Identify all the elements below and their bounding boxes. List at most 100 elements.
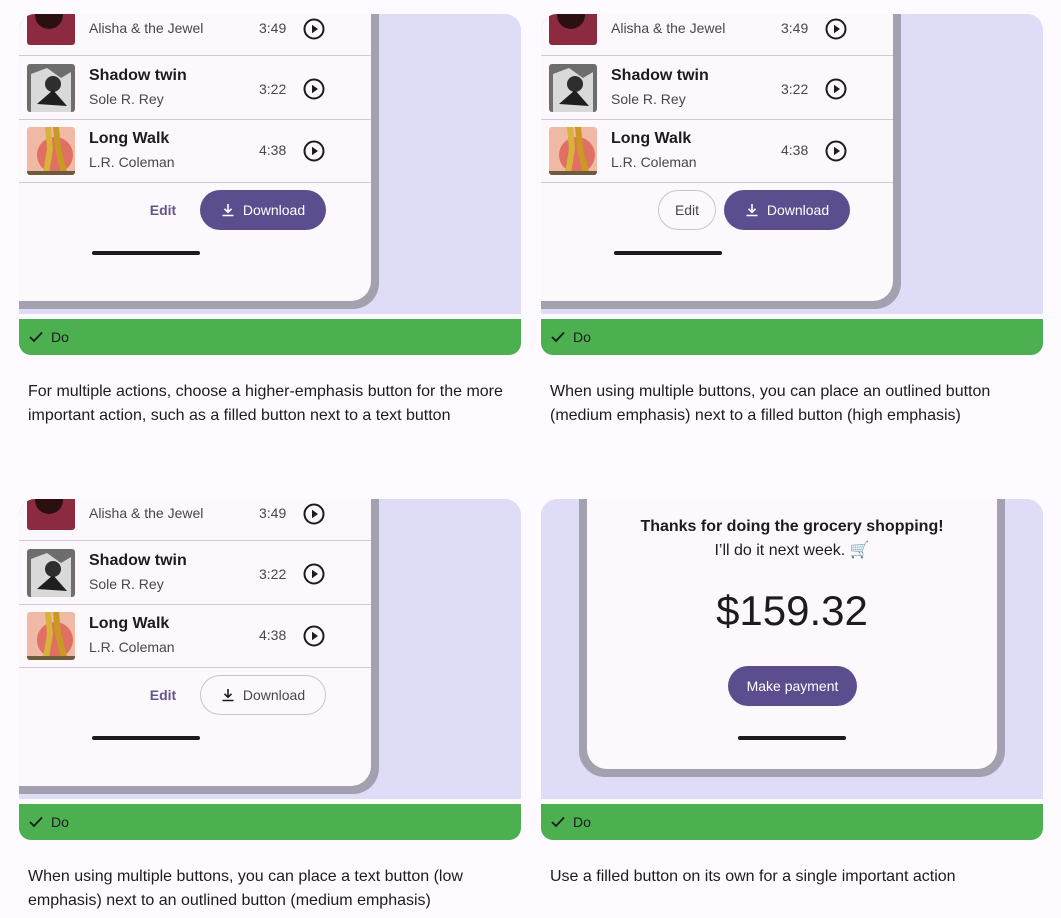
play-icon[interactable] xyxy=(303,140,325,162)
song-artist: L.R. Coleman xyxy=(89,154,175,170)
song-title: Long Walk xyxy=(89,130,170,147)
play-icon[interactable] xyxy=(303,625,325,647)
home-indicator xyxy=(92,736,200,740)
play-icon[interactable] xyxy=(303,563,325,585)
guideline-caption: When using multiple buttons, you can pla… xyxy=(28,868,463,909)
song-row[interactable]: Shadow twin Sole R. Rey 3:22 xyxy=(19,542,371,605)
do-badge: Do xyxy=(541,804,1043,840)
download-icon xyxy=(222,204,234,217)
check-icon xyxy=(29,331,43,343)
guideline-card-4: Thanks for doing the grocery shopping! I… xyxy=(541,499,1043,889)
song-duration: 3:22 xyxy=(259,566,287,582)
do-label: Do xyxy=(51,329,69,345)
song-artist: Alisha & the Jewel xyxy=(89,20,204,36)
play-icon[interactable] xyxy=(825,78,847,100)
payment-message: Thanks for doing the grocery shopping! I… xyxy=(587,515,997,563)
example-stage: Thanks for doing the grocery shopping! I… xyxy=(541,499,1043,799)
phone-screen: Alisha & the Jewel 3:49 Shadow twin Sole… xyxy=(541,14,893,301)
example-stage: Alisha & the Jewel 3:49 Shadow twin Sole… xyxy=(541,14,1043,314)
song-title: Long Walk xyxy=(89,615,170,632)
play-icon[interactable] xyxy=(303,18,325,40)
song-artist: Sole R. Rey xyxy=(611,91,686,107)
song-row[interactable]: Alisha & the Jewel 3:49 xyxy=(19,14,371,56)
do-label: Do xyxy=(573,814,591,830)
check-icon xyxy=(29,816,43,828)
home-indicator xyxy=(738,736,846,740)
song-duration: 4:38 xyxy=(259,142,287,158)
guideline-card-3: Alisha & the Jewel 3:49 Shadow twin Sole… xyxy=(19,499,521,913)
song-duration: 3:22 xyxy=(781,81,809,97)
song-row[interactable]: Alisha & the Jewel 3:49 xyxy=(541,14,893,56)
home-indicator xyxy=(614,251,722,255)
album-art-shadow-twin xyxy=(27,549,75,597)
do-badge: Do xyxy=(19,319,521,355)
download-button[interactable]: Download xyxy=(200,675,326,715)
song-row[interactable]: Long Walk L.R. Coleman 4:38 xyxy=(19,605,371,668)
guideline-card-1: Alisha & the Jewel 3:49 Shadow twin Sole… xyxy=(19,14,521,428)
song-duration: 4:38 xyxy=(259,627,287,643)
song-title: Shadow twin xyxy=(611,67,709,84)
song-row[interactable]: Long Walk L.R. Coleman 4:38 xyxy=(19,120,371,183)
song-artist: Alisha & the Jewel xyxy=(89,505,204,521)
song-duration: 3:49 xyxy=(781,20,809,36)
song-title: Shadow twin xyxy=(89,67,187,84)
example-stage: Alisha & the Jewel 3:49 Shadow twin Sole… xyxy=(19,14,521,314)
guideline-caption: When using multiple buttons, you can pla… xyxy=(550,383,991,424)
edit-button[interactable]: Edit xyxy=(658,190,716,230)
song-artist: L.R. Coleman xyxy=(611,154,697,170)
song-duration: 3:22 xyxy=(259,81,287,97)
guideline-caption: Use a filled button on its own for a sin… xyxy=(550,868,956,885)
phone-frame: Alisha & the Jewel 3:49 Shadow twin Sole… xyxy=(19,499,379,794)
play-icon[interactable] xyxy=(825,18,847,40)
phone-screen: Alisha & the Jewel 3:49 Shadow twin Sole… xyxy=(19,14,371,301)
play-icon[interactable] xyxy=(303,78,325,100)
song-duration: 4:38 xyxy=(781,142,809,158)
download-button[interactable]: Download xyxy=(724,190,850,230)
phone-frame: Alisha & the Jewel 3:49 Shadow twin Sole… xyxy=(541,14,901,309)
song-row[interactable]: Shadow twin Sole R. Rey 3:22 xyxy=(541,57,893,120)
phone-screen: Thanks for doing the grocery shopping! I… xyxy=(587,499,997,769)
play-icon[interactable] xyxy=(303,503,325,525)
do-label: Do xyxy=(573,329,591,345)
album-art-shadow-twin xyxy=(549,64,597,112)
album-art-alisha xyxy=(27,499,75,530)
download-icon xyxy=(222,689,234,702)
home-indicator xyxy=(92,251,200,255)
payment-message-line-1: Thanks for doing the grocery shopping! xyxy=(640,518,944,535)
make-payment-button[interactable]: Make payment xyxy=(728,666,857,706)
edit-button[interactable]: Edit xyxy=(141,190,185,230)
guideline-card-2: Alisha & the Jewel 3:49 Shadow twin Sole… xyxy=(541,14,1043,428)
phone-frame: Alisha & the Jewel 3:49 Shadow twin Sole… xyxy=(19,14,379,309)
download-label: Download xyxy=(242,202,306,218)
check-icon xyxy=(551,331,565,343)
song-artist: Sole R. Rey xyxy=(89,576,164,592)
check-icon xyxy=(551,816,565,828)
edit-button[interactable]: Edit xyxy=(141,675,185,715)
do-label: Do xyxy=(51,814,69,830)
song-title: Long Walk xyxy=(611,130,692,147)
song-artist: Sole R. Rey xyxy=(89,91,164,107)
phone-screen: Alisha & the Jewel 3:49 Shadow twin Sole… xyxy=(19,499,371,786)
song-row[interactable]: Alisha & the Jewel 3:49 xyxy=(19,499,371,541)
song-title: Shadow twin xyxy=(89,552,187,569)
do-badge: Do xyxy=(541,319,1043,355)
edit-label: Edit xyxy=(674,202,700,218)
song-row[interactable]: Shadow twin Sole R. Rey 3:22 xyxy=(19,57,371,120)
song-row[interactable]: Long Walk L.R. Coleman 4:38 xyxy=(541,120,893,183)
album-art-alisha xyxy=(549,14,597,45)
download-icon xyxy=(746,204,758,217)
album-art-long-walk xyxy=(27,612,75,660)
payment-message-line-2: I’ll do it next week. 🛒 xyxy=(714,542,870,559)
do-badge: Do xyxy=(19,804,521,840)
download-button[interactable]: Download xyxy=(200,190,326,230)
album-art-alisha xyxy=(27,14,75,45)
phone-frame: Thanks for doing the grocery shopping! I… xyxy=(579,499,1005,777)
album-art-shadow-twin xyxy=(27,64,75,112)
payment-amount: $159.32 xyxy=(716,587,868,634)
guideline-caption: For multiple actions, choose a higher-em… xyxy=(28,383,503,424)
make-payment-label: Make payment xyxy=(746,678,839,694)
album-art-long-walk xyxy=(549,127,597,175)
play-icon[interactable] xyxy=(825,140,847,162)
download-label: Download xyxy=(766,202,830,218)
song-artist: L.R. Coleman xyxy=(89,639,175,655)
